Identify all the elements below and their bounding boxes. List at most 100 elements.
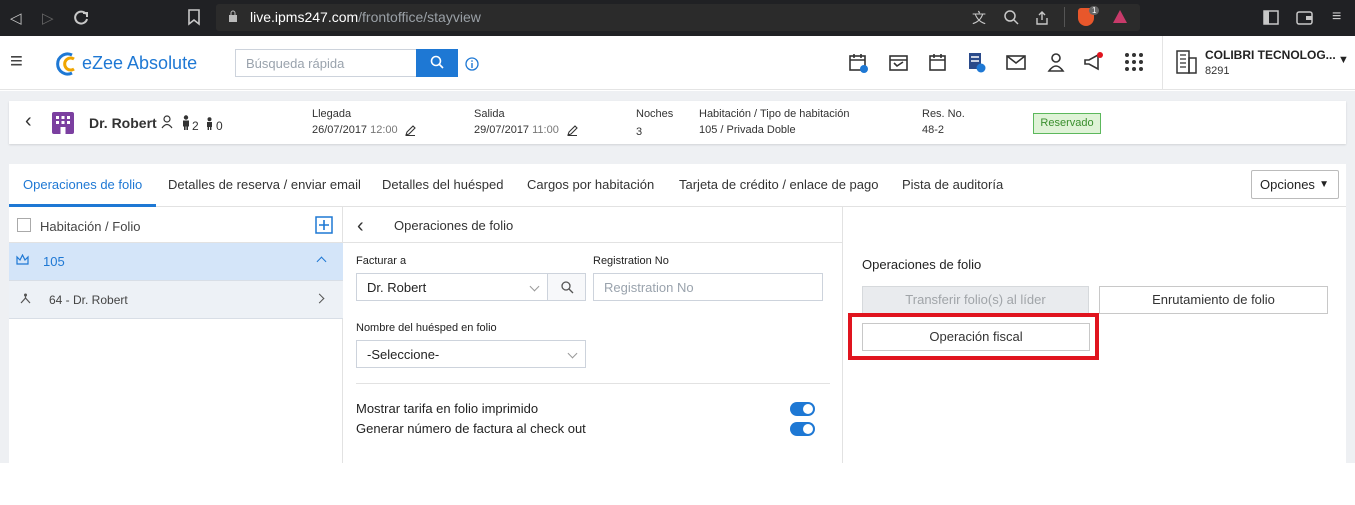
- departure-label: Salida: [474, 108, 505, 120]
- registration-label: Registration No: [593, 255, 669, 267]
- back-icon[interactable]: ◁: [10, 9, 22, 27]
- housekeeping-icon[interactable]: [1046, 52, 1068, 74]
- back-arrow-icon[interactable]: ‹: [25, 111, 32, 131]
- tab-bar: Operaciones de folio Detalles de reserva…: [9, 164, 1346, 207]
- bill-to-label: Facturar a: [356, 255, 407, 267]
- tab-pista-auditoria[interactable]: Pista de auditoría: [902, 177, 1003, 192]
- children-count: 0: [216, 119, 223, 133]
- room-number: 105: [43, 254, 65, 269]
- departure-date: 29/07/2017: [474, 124, 530, 136]
- url-path: /frontoffice/stayview: [358, 9, 481, 25]
- shield-badge: 1: [1089, 6, 1100, 15]
- rewards-icon[interactable]: [1112, 9, 1128, 25]
- guest-name-folio-label: Nombre del huésped en folio: [356, 322, 497, 334]
- app-header: ≡ eZee Absolute COLIBRI TECNOLOG... 8291…: [0, 36, 1355, 90]
- search-icon: [561, 281, 574, 294]
- chevron-up-icon[interactable]: [316, 256, 327, 267]
- folio-routing-button[interactable]: Enrutamiento de folio: [1099, 286, 1328, 314]
- tab-cargos-habitacion[interactable]: Cargos por habitación: [527, 177, 654, 192]
- chevron-down-icon: [529, 281, 540, 292]
- highlight-annotation: [848, 313, 1099, 360]
- folio-operations-form: ‹ Operaciones de folio Facturar a Dr. Ro…: [343, 207, 843, 463]
- forward-icon[interactable]: ▷: [42, 9, 54, 27]
- tab-detalles-huesped[interactable]: Detalles del huésped: [382, 177, 503, 192]
- divider: [1064, 7, 1065, 27]
- departure-value: 29/07/2017 11:00: [474, 124, 559, 136]
- folio-main-card: Operaciones de folio Detalles de reserva…: [9, 164, 1346, 463]
- reservation-label: Res. No.: [922, 108, 965, 120]
- edit-departure-icon[interactable]: [567, 125, 578, 136]
- calendar-check-icon[interactable]: [888, 52, 910, 74]
- chevron-right-icon[interactable]: [314, 293, 325, 304]
- company-selector[interactable]: COLIBRI TECNOLOG... 8291 ▼: [1162, 36, 1355, 90]
- caret-down-icon: ▼: [1319, 179, 1329, 190]
- calendar-add-icon[interactable]: [848, 52, 870, 74]
- folio-row[interactable]: 64 - Dr. Robert: [9, 280, 343, 319]
- departure-time: 11:00: [532, 124, 559, 136]
- translate-icon[interactable]: 文: [972, 8, 986, 28]
- stayview-page: ‹ Dr. Robert 2 0 Llegada 26/07/2017 12:0…: [0, 91, 1355, 463]
- browser-toolbar: ◁ ▷ live.ipms247.com/frontoffice/stayvie…: [0, 0, 1355, 36]
- address-bar[interactable]: live.ipms247.com/frontoffice/stayview 文 …: [216, 4, 1140, 31]
- announcement-icon[interactable]: [1083, 52, 1105, 74]
- select-all-checkbox[interactable]: [17, 218, 31, 232]
- hamburger-icon[interactable]: ≡: [10, 50, 23, 72]
- room-folio-panel: Habitación / Folio 105 64 - Dr. Robert: [9, 207, 343, 463]
- ezee-logo-icon: [56, 52, 75, 76]
- room-crown-icon: [16, 254, 29, 265]
- folio-split-icon: [20, 293, 31, 304]
- arrival-time: 12:00: [370, 124, 398, 136]
- company-name: COLIBRI TECNOLOG...: [1205, 48, 1336, 62]
- adults-count: 2: [192, 119, 199, 133]
- tab-detalles-reserva[interactable]: Detalles de reserva / enviar email: [168, 177, 361, 192]
- reservation-number: 48-2: [922, 124, 945, 136]
- generate-invoice-toggle[interactable]: [790, 422, 815, 436]
- caret-down-icon[interactable]: ▼: [1338, 54, 1349, 66]
- info-icon[interactable]: [465, 57, 479, 71]
- registration-input[interactable]: [593, 273, 823, 301]
- sidebar-icon[interactable]: [1263, 10, 1279, 26]
- folio-label: 64 - Dr. Robert: [49, 293, 128, 307]
- reload-icon[interactable]: [72, 9, 90, 27]
- quick-search-input[interactable]: [235, 49, 417, 77]
- guest-name-folio-select[interactable]: -Seleccione-: [356, 340, 586, 368]
- share-icon[interactable]: [1034, 10, 1050, 26]
- edit-arrival-icon[interactable]: [405, 125, 416, 136]
- transfer-folio-button[interactable]: Transferir folio(s) al líder: [862, 286, 1089, 314]
- form-title: Operaciones de folio: [394, 218, 514, 233]
- room-folio-header: Habitación / Folio: [9, 207, 343, 243]
- back-arrow-icon[interactable]: ‹: [357, 216, 364, 236]
- arrival-value: 26/07/2017 12:00: [312, 124, 398, 136]
- mail-icon[interactable]: [1006, 52, 1028, 74]
- company-code: 8291: [1205, 65, 1230, 77]
- logo-text[interactable]: eZee Absolute: [82, 53, 197, 74]
- url-text[interactable]: live.ipms247.com/frontoffice/stayview: [250, 9, 481, 25]
- lock-icon: [229, 10, 237, 22]
- nights-label: Noches: [636, 108, 674, 120]
- room-value: 105 / Privada Doble: [699, 124, 796, 136]
- bill-to-value: Dr. Robert: [367, 280, 427, 295]
- invoice-icon[interactable]: [966, 52, 988, 74]
- calendar-icon[interactable]: [928, 52, 950, 74]
- arrival-label: Llegada: [312, 108, 352, 120]
- apps-grid-icon[interactable]: [1124, 52, 1146, 74]
- bookmark-icon[interactable]: [187, 9, 201, 26]
- bill-to-search-button[interactable]: [547, 273, 586, 301]
- child-icon: [207, 117, 212, 130]
- search-button[interactable]: [416, 49, 458, 77]
- folio-operations-header: ‹ Operaciones de folio: [343, 207, 843, 243]
- tab-tarjeta-credito[interactable]: Tarjeta de crédito / enlace de pago: [679, 177, 878, 192]
- zoom-icon[interactable]: [1004, 10, 1020, 26]
- menu-icon[interactable]: ≡: [1332, 8, 1341, 26]
- generate-invoice-label: Generar número de factura al check out: [356, 421, 586, 436]
- divider: [356, 383, 830, 384]
- wallet-icon[interactable]: [1296, 10, 1314, 26]
- room-row-105[interactable]: 105: [9, 243, 343, 280]
- show-rate-toggle[interactable]: [790, 402, 815, 416]
- tab-operaciones-folio[interactable]: Operaciones de folio: [23, 177, 142, 192]
- add-folio-icon[interactable]: [315, 216, 333, 234]
- guest-name[interactable]: Dr. Robert: [89, 115, 157, 131]
- bill-to-select[interactable]: Dr. Robert: [356, 273, 548, 301]
- guest-profile-icon[interactable]: [161, 115, 175, 129]
- options-dropdown[interactable]: Opciones ▼: [1251, 170, 1339, 199]
